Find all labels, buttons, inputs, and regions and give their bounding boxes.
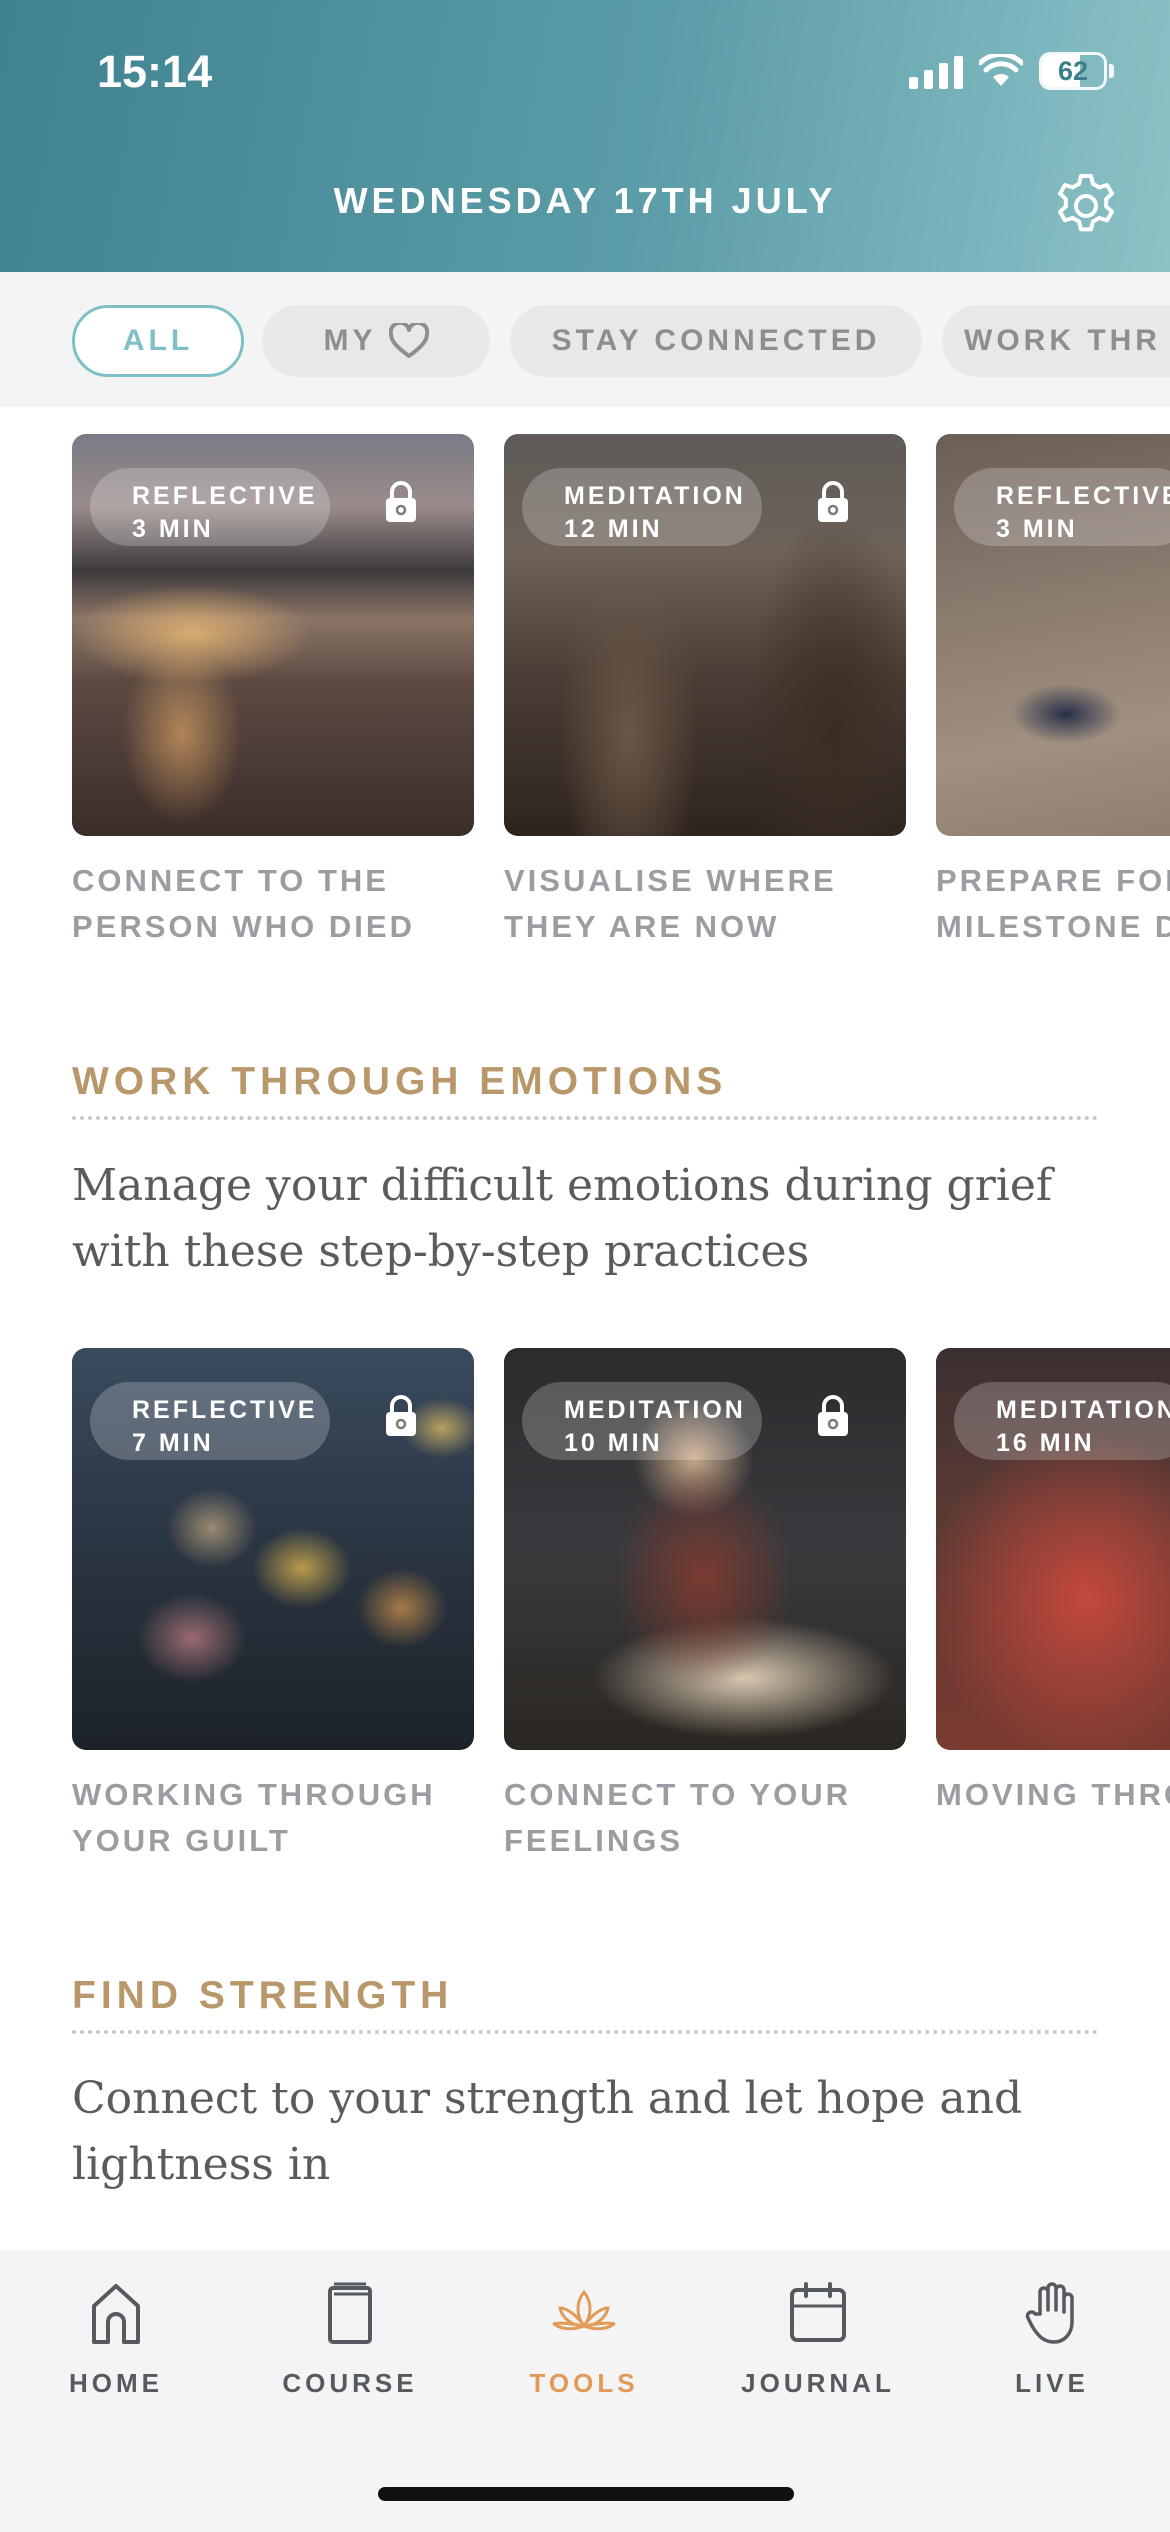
lotus-icon — [552, 2290, 616, 2331]
filter-chip-label: ALL — [122, 324, 194, 357]
duration-badge: REFLECTIVE 7 MIN — [90, 1382, 330, 1460]
nav-live[interactable]: LIVE — [952, 2280, 1152, 2399]
app-header: 15:14 62 WEDNESDAY 17TH JULY — [0, 0, 1170, 272]
nav-home[interactable]: HOME — [16, 2280, 216, 2399]
practice-duration: 10 MIN — [564, 1429, 663, 1457]
duration-badge: MEDITATION 12 MIN — [522, 468, 762, 546]
card-title: PREPARE FOR MILESTONE D — [936, 863, 1170, 944]
cellular-signal-icon — [909, 53, 963, 89]
practice-duration: 3 MIN — [132, 515, 214, 543]
section-title: WORK THROUGH EMOTIONS — [72, 1060, 728, 1103]
card-image-red-leaf: MEDITATION 16 MIN — [936, 1348, 1170, 1750]
book-icon — [328, 2282, 372, 2344]
tool-card[interactable]: MEDITATION 10 MIN CONNECT TO YOUR FEELIN… — [504, 1348, 906, 1864]
practice-type: MEDITATION — [996, 1396, 1170, 1424]
filter-chip-label: STAY CONNECTED — [551, 324, 881, 357]
filter-chip-label: WORK THR — [964, 324, 1161, 357]
tool-card-row: REFLECTIVE 7 MIN WORKING THROUGH YOUR GU… — [0, 1348, 1170, 1888]
status-icons: 62 — [909, 52, 1114, 90]
tool-card[interactable]: MEDITATION 16 MIN MOVING THRO PAIN — [936, 1348, 1170, 1818]
section-divider — [72, 2030, 1098, 2034]
practice-type: REFLECTIVE — [996, 482, 1170, 510]
card-title: CONNECT TO THE PERSON WHO DIED — [72, 863, 415, 944]
duration-badge: MEDITATION 16 MIN — [954, 1382, 1170, 1460]
battery-tip — [1109, 64, 1114, 78]
page-title: WEDNESDAY 17TH JULY — [333, 180, 837, 221]
card-image-woman-by-water: MEDITATION 10 MIN — [504, 1348, 906, 1750]
nav-label: TOOLS — [529, 2368, 639, 2398]
duration-badge: MEDITATION 10 MIN — [522, 1382, 762, 1460]
hand-icon — [1025, 2282, 1074, 2344]
heart-icon — [388, 323, 429, 358]
nav-course[interactable]: COURSE — [250, 2280, 450, 2399]
filter-chip-my[interactable]: MY — [262, 305, 490, 377]
lock-icon — [818, 481, 848, 522]
practice-duration: 3 MIN — [996, 515, 1078, 543]
tool-card[interactable]: MEDITATION 12 MIN VISUALISE WHERE THEY A… — [504, 434, 906, 950]
tool-card[interactable]: REFLECTIVE 3 MIN PREPARE FOR MILESTONE D — [936, 434, 1170, 950]
tool-card-row: REFLECTIVE 3 MIN CONNECT TO THE PERSON W… — [0, 434, 1170, 974]
card-image-leaves-water: REFLECTIVE 7 MIN — [72, 1348, 474, 1750]
practice-duration: 12 MIN — [564, 515, 663, 543]
nav-journal[interactable]: JOURNAL — [718, 2280, 918, 2399]
card-title: VISUALISE WHERE THEY ARE NOW — [504, 863, 837, 944]
lock-icon — [386, 481, 416, 522]
lock-icon — [818, 1395, 848, 1436]
card-title: MOVING THRO PAIN — [936, 1777, 1170, 1812]
battery-percent: 62 — [1057, 55, 1089, 86]
card-image-sunset-water: REFLECTIVE 3 MIN — [72, 434, 474, 836]
calendar-icon — [790, 2282, 846, 2342]
status-time: 15:14 — [97, 46, 213, 97]
nav-label: HOME — [69, 2368, 163, 2398]
filter-chip-label: MY — [323, 324, 377, 357]
filter-chip-work-through[interactable]: WORK THR — [942, 305, 1170, 377]
battery-icon: 62 — [1039, 52, 1107, 90]
section-divider — [72, 1116, 1098, 1120]
section-title: FIND STRENGTH — [72, 1974, 454, 2017]
nav-label: JOURNAL — [741, 2368, 895, 2398]
tool-card[interactable]: REFLECTIVE 7 MIN WORKING THROUGH YOUR GU… — [72, 1348, 474, 1864]
practice-type: REFLECTIVE — [132, 1396, 318, 1424]
nav-label: LIVE — [1015, 2368, 1089, 2398]
home-indicator[interactable] — [378, 2487, 794, 2501]
filter-chip-stay-connected[interactable]: STAY CONNECTED — [510, 305, 922, 377]
practice-type: MEDITATION — [564, 482, 746, 510]
gear-icon[interactable] — [1050, 170, 1122, 242]
filter-bar: ALL MY STAY CONNECTED WORK THR — [0, 272, 1170, 407]
tool-card[interactable]: REFLECTIVE 3 MIN CONNECT TO THE PERSON W… — [72, 434, 474, 950]
wifi-icon — [979, 54, 1023, 86]
filter-chip-all[interactable]: ALL — [72, 305, 244, 377]
practice-type: MEDITATION — [564, 1396, 746, 1424]
section-description: Connect to your strength and let hope an… — [72, 2073, 1023, 2190]
card-image-couple-walking: MEDITATION 12 MIN — [504, 434, 906, 836]
nav-tools[interactable]: TOOLS — [484, 2280, 684, 2399]
duration-badge: REFLECTIVE 3 MIN — [90, 468, 330, 546]
practice-type: REFLECTIVE — [132, 482, 318, 510]
home-icon — [92, 2284, 140, 2344]
practice-duration: 16 MIN — [996, 1429, 1095, 1457]
nav-label: COURSE — [282, 2368, 418, 2398]
card-title: WORKING THROUGH YOUR GUILT — [72, 1777, 436, 1858]
lock-icon — [386, 1395, 416, 1436]
card-title: CONNECT TO YOUR FEELINGS — [504, 1777, 851, 1858]
duration-badge: REFLECTIVE 3 MIN — [954, 468, 1170, 546]
section-description: Manage your difficult emotions during gr… — [72, 1160, 1053, 1277]
card-image-stone-sand: REFLECTIVE 3 MIN — [936, 434, 1170, 836]
practice-duration: 7 MIN — [132, 1429, 214, 1457]
